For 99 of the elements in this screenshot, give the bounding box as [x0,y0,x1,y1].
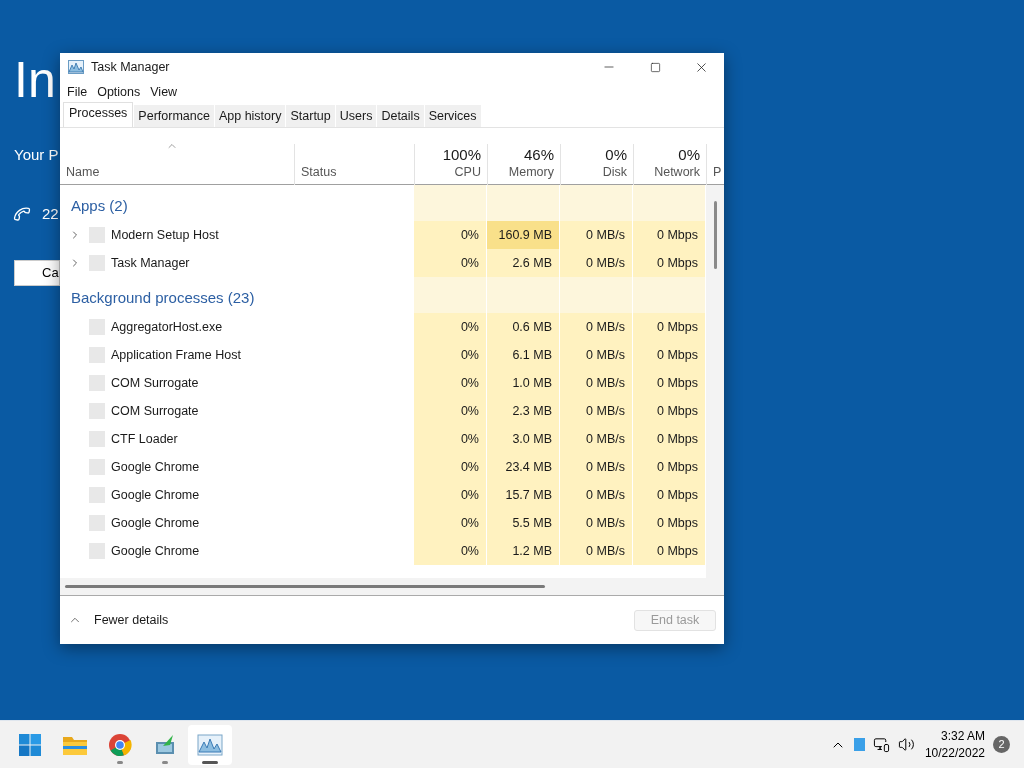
volume-icon[interactable] [897,736,915,753]
menu-item[interactable]: Options [93,81,145,103]
tab[interactable]: Processes [63,102,134,127]
column-header[interactable]: Name [66,164,100,180]
table-cell: 0 MB/s [560,509,633,537]
table-cell: 0% [414,313,487,341]
table-cell: 23.4 MB [487,453,560,481]
tab[interactable]: Services [424,105,481,127]
table-cell: 0 MB/s [560,313,633,341]
column-header[interactable]: Network [654,164,700,180]
table-cell: 0 Mbps [633,537,706,565]
table-cell: 0 MB/s [560,425,633,453]
tab[interactable]: Details [377,105,424,127]
table-cell: 0.6 MB [487,313,560,341]
cancel-button[interactable]: Ca [14,260,60,286]
table-cell: 0 Mbps [633,313,706,341]
taskbar-button[interactable] [188,724,232,765]
chart-window-icon [68,60,84,74]
table-cell: 6.1 MB [487,341,560,369]
table-cell: 0 Mbps [633,425,706,453]
process-name: Google Chrome [111,486,200,504]
group-header[interactable]: Apps (2) [71,194,128,218]
table-cell: 0% [414,397,487,425]
process-name: Modern Setup Host [111,226,219,244]
column-total: 46% [523,146,554,164]
windows-icon [18,732,42,757]
column-header[interactable]: Memory [508,164,554,180]
tab[interactable]: Users [335,105,377,127]
fewer-details-button[interactable]: Fewer details [94,610,169,630]
process-name: AggregatorHost.exe [111,318,223,336]
table-cell: 0 MB/s [560,481,633,509]
column-total: 0% [605,146,627,164]
subtitle: Your P [14,145,59,165]
table-cell: 0 MB/s [560,341,633,369]
table-cell: 0 Mbps [633,397,706,425]
window-title: Task Manager [91,58,170,76]
process-name: Google Chrome [111,542,200,560]
table-cell: 0% [414,249,487,277]
column-header[interactable]: Disk [602,164,627,180]
menu-item[interactable]: File [63,81,92,103]
table-cell: 2.3 MB [487,397,560,425]
scrollbar-thumb[interactable] [65,585,545,588]
table-cell: 2.6 MB [487,249,560,277]
table-cell: 5.5 MB [487,509,560,537]
table-cell: 0 Mbps [633,249,706,277]
phone-text: 22 [42,203,59,224]
table-cell: 1.2 MB [487,537,560,565]
table-cell: 0 MB/s [560,369,633,397]
table-cell: 1.0 MB [487,369,560,397]
maximize-icon [649,61,661,73]
tab[interactable]: Performance [134,105,214,127]
tray-app-icon[interactable] [853,738,865,751]
table-cell: 0 Mbps [633,369,706,397]
column-header[interactable]: P [713,164,722,180]
table-cell: 0 Mbps [633,481,706,509]
table-cell: 15.7 MB [487,481,560,509]
column-header[interactable]: Status [301,164,337,180]
process-name: CTF Loader [111,430,178,448]
tab[interactable]: Startup [286,105,335,127]
phone-icon [12,204,32,223]
tab[interactable]: App history [214,105,286,127]
table-cell: 0% [414,341,487,369]
table-cell: 0% [414,481,487,509]
table-cell: 0% [414,369,487,397]
table-cell: 0 Mbps [633,341,706,369]
table-cell: 0 MB/s [560,453,633,481]
column-total: 0% [678,146,700,164]
group-header[interactable]: Background processes (23) [71,286,255,310]
column-header[interactable]: CPU [454,164,481,180]
browser-icon [108,732,132,757]
process-name: Google Chrome [111,514,200,532]
process-name: Task Manager [111,254,190,272]
menu-item[interactable]: View [146,81,182,103]
process-name: COM Surrogate [111,402,199,420]
table-cell: 0 Mbps [633,509,706,537]
process-name: Google Chrome [111,458,200,476]
page-heading: In [14,52,56,108]
table-cell: 0% [414,221,487,249]
table-cell: 0 MB/s [560,537,633,565]
table-cell: 160.9 MB [487,221,560,249]
chart-window-icon [197,733,223,756]
clock-date[interactable]: 10/22/2022 [924,744,985,762]
network-icon[interactable] [872,736,890,753]
table-cell: 0% [414,537,487,565]
table-cell: 3.0 MB [487,425,560,453]
clock-time[interactable]: 3:32 AM [940,727,985,745]
table-cell: 0 MB/s [560,249,633,277]
notification-badge[interactable]: 2 [993,736,1010,753]
table-cell: 0 MB/s [560,221,633,249]
table-cell: 0 MB/s [560,397,633,425]
column-total: 100% [442,146,481,164]
table-cell: 0 Mbps [633,453,706,481]
table-cell: 0% [414,453,487,481]
table-cell: 0% [414,509,487,537]
process-name: COM Surrogate [111,374,199,392]
table-cell: 0% [414,425,487,453]
process-name: Application Frame Host [111,346,241,364]
table-cell: 0 Mbps [633,221,706,249]
scrollbar-thumb[interactable] [714,201,717,269]
